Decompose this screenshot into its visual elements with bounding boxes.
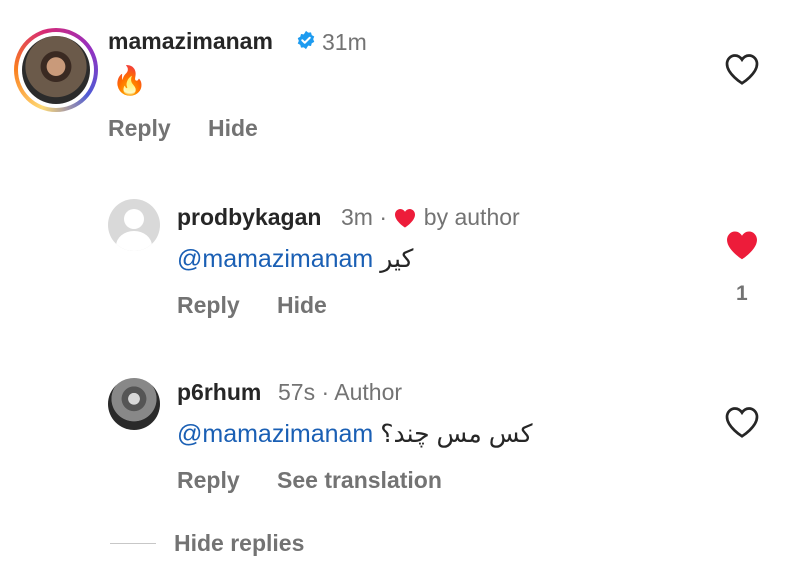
author-label: Author [334,379,403,405]
verified-badge-icon [297,30,315,50]
reply-body: کیر [380,245,414,273]
avatar-story-ring[interactable] [14,28,98,112]
reply-text: @mamazimanam کس مس چند؟ [177,419,533,449]
heart-filled-icon[interactable] [724,228,760,262]
hide-replies-button[interactable]: Hide replies [174,530,304,557]
meta-separator: · [321,379,330,405]
reply-username[interactable]: prodbykagan [177,204,321,231]
avatar [22,36,90,104]
mention-link[interactable]: @mamazimanam [177,420,373,448]
like-count: 1 [736,282,748,305]
hide-button[interactable]: Hide [208,115,258,142]
heart-outline-icon[interactable] [724,405,760,439]
reply-meta: 3m · by author [341,204,520,231]
reply-meta: 57s · Author [278,379,402,406]
comment-text: 🔥 [112,65,147,96]
liked-by-author-label: by author [423,204,520,230]
comment-username[interactable]: mamazimanam [108,28,273,55]
comment-time: 31m [322,29,367,55]
reply-body: کس مس چند؟ [380,420,533,448]
reply-time: 57s [278,379,316,405]
reply-username[interactable]: p6rhum [177,379,261,406]
meta-separator: · [379,204,388,230]
avatar[interactable] [108,378,160,430]
heart-outline-icon[interactable] [724,52,760,86]
heart-filled-icon [395,209,416,228]
see-translation-button[interactable]: See translation [277,467,442,494]
avatar[interactable] [108,199,160,251]
reply-button[interactable]: Reply [177,292,240,319]
reply-button[interactable]: Reply [177,467,240,494]
mention-link[interactable]: @mamazimanam [177,245,373,273]
reply-time: 3m [341,204,373,230]
divider-line [110,543,156,544]
reply-text: @mamazimanam کیر [177,244,413,274]
hide-button[interactable]: Hide [277,292,327,319]
reply-button[interactable]: Reply [108,115,171,142]
